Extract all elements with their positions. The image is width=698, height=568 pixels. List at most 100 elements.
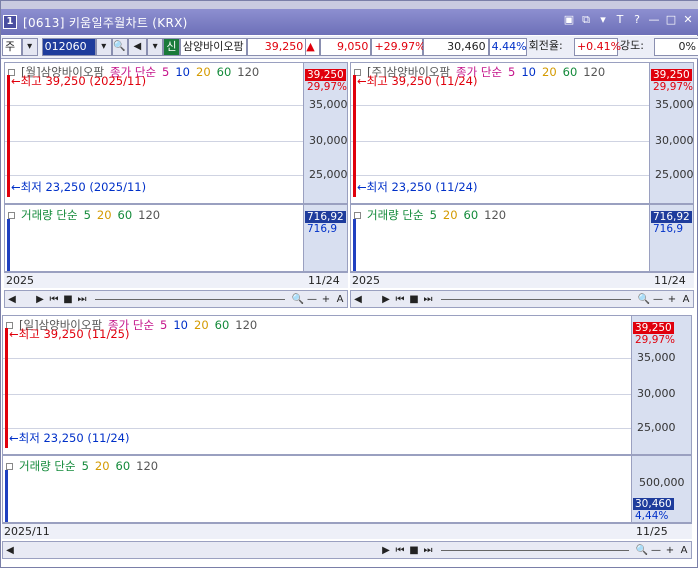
week-gridline: [5, 175, 303, 176]
maximize-icon[interactable]: □: [664, 13, 678, 27]
week-price-panel[interactable]: 35,000 30,000 25,000 [월]삼양바이오팜 종가 단순 5 10 20 60 1…: [4, 62, 348, 204]
day-ma-5[interactable]: 5: [160, 318, 167, 332]
turnover-value: +0.41%: [573, 38, 621, 56]
pin-icon[interactable]: ▾: [596, 13, 610, 27]
week-vol-ma-20[interactable]: 20: [97, 208, 112, 222]
week-ma-5[interactable]: 5: [162, 65, 169, 79]
month-gridline: [351, 105, 649, 106]
week-ma-10[interactable]: 10: [175, 65, 190, 79]
chevron-down-icon[interactable]: ▾: [95, 38, 112, 56]
first-icon[interactable]: ⏮: [393, 294, 407, 305]
day-ma-120[interactable]: 120: [235, 318, 257, 332]
scroll-right-icon[interactable]: ▶: [379, 294, 393, 305]
day-x-left: 2025/11: [4, 525, 50, 538]
stop-icon[interactable]: ■: [407, 294, 421, 305]
stock-code-input[interactable]: 012060: [41, 38, 96, 56]
zoom-icon[interactable]: 🔍: [291, 294, 305, 305]
month-ma-10[interactable]: 10: [521, 65, 536, 79]
last-icon[interactable]: ⏭: [421, 294, 435, 305]
chevron-down-icon[interactable]: ▾: [21, 38, 38, 56]
day-volume-panel[interactable]: 거래량 단순 5 20 60 120 500,000 30,460 4,44%: [2, 455, 692, 523]
last-icon[interactable]: ⏭: [421, 545, 435, 556]
week-volume-legend: 거래량 단순 5 20 60 120: [8, 207, 166, 223]
scroll-slider[interactable]: [95, 298, 285, 300]
month-x-axis: 2025 11/24: [350, 272, 694, 288]
month-vol-ma-20[interactable]: 20: [443, 208, 458, 222]
day-ma-10[interactable]: 10: [173, 318, 188, 332]
month-pct-tag: 29,97%: [653, 81, 694, 93]
day-ma-20[interactable]: 20: [194, 318, 209, 332]
month-ma-120[interactable]: 120: [583, 65, 605, 79]
day-ma-60[interactable]: 60: [215, 318, 230, 332]
scroll-slider[interactable]: [441, 549, 629, 551]
zoom-in-icon[interactable]: +: [319, 294, 333, 305]
day-vol-ma-5[interactable]: 5: [82, 459, 89, 473]
copy-icon[interactable]: ⧉: [579, 13, 593, 27]
stop-icon[interactable]: ■: [407, 545, 421, 556]
month-x-left: 2025: [352, 274, 380, 287]
scroll-slider[interactable]: [441, 298, 631, 300]
week-ma-120[interactable]: 120: [237, 65, 259, 79]
search-icon[interactable]: 🔍: [111, 38, 128, 56]
month-ma-5[interactable]: 5: [508, 65, 515, 79]
week-x-right: 11/24: [308, 274, 340, 287]
month-vol-ma-60[interactable]: 60: [464, 208, 479, 222]
period-select[interactable]: 주: [2, 38, 22, 56]
day-price-panel[interactable]: 35,000 30,000 25,000 [일]삼양바이오팜 종가 단순 5 10 20 60 1…: [2, 315, 692, 455]
stop-icon[interactable]: ■: [61, 294, 75, 305]
window-number: 1: [3, 15, 17, 29]
week-vol-ma-60[interactable]: 60: [118, 208, 133, 222]
title-bar[interactable]: 1 [0613] 키움일주월차트 (KRX) ▣ ⧉ ▾ T ? — □ ✕: [1, 9, 698, 35]
month-price-panel[interactable]: 35,000 30,000 25,000 [주]삼양바이오팜 종가 단순 5 10 20 60 1…: [350, 62, 694, 204]
text-icon[interactable]: T: [613, 13, 627, 27]
week-ma-60[interactable]: 60: [217, 65, 232, 79]
scroll-right-icon[interactable]: ▶: [379, 545, 393, 556]
week-vol-ma-5[interactable]: 5: [84, 208, 91, 222]
autoscale-icon[interactable]: A: [333, 294, 347, 305]
month-vol-ma-5[interactable]: 5: [430, 208, 437, 222]
month-volume-panel[interactable]: 거래량 단순 5 20 60 120 716,92 716,9: [350, 204, 694, 272]
zoom-icon[interactable]: 🔍: [635, 545, 649, 556]
day-vol-ma-120[interactable]: 120: [136, 459, 158, 473]
day-volume-tag: 30,460: [633, 498, 674, 510]
day-vol-ma-20[interactable]: 20: [95, 459, 110, 473]
week-tick-label: 30,000: [309, 134, 348, 147]
week-vol-ma-120[interactable]: 120: [138, 208, 160, 222]
autoscale-icon[interactable]: A: [677, 545, 691, 556]
zoom-out-icon[interactable]: —: [649, 545, 663, 556]
month-gridline: [351, 141, 649, 142]
day-volume-legend: 거래량 단순 5 20 60 120: [6, 458, 164, 474]
week-ma-20[interactable]: 20: [196, 65, 211, 79]
scroll-left-icon[interactable]: ◀: [3, 545, 17, 556]
month-ma-60[interactable]: 60: [563, 65, 578, 79]
week-pct-tag: 29,97%: [307, 81, 348, 93]
title-buttons: ▣ ⧉ ▾ T ? — □ ✕: [562, 13, 695, 27]
month-volume-tag: 716,92: [651, 211, 692, 223]
scroll-left-icon[interactable]: ◀: [5, 294, 19, 305]
strength-value: 0%: [653, 38, 698, 56]
scroll-left-icon[interactable]: ◀: [351, 294, 365, 305]
zoom-out-icon[interactable]: —: [651, 294, 665, 305]
last-icon[interactable]: ⏭: [75, 294, 89, 305]
zoom-out-icon[interactable]: —: [305, 294, 319, 305]
autoscale-icon[interactable]: A: [679, 294, 693, 305]
month-ma-20[interactable]: 20: [542, 65, 557, 79]
day-vol-ma-60[interactable]: 60: [116, 459, 131, 473]
day-tick-label: 35,000: [637, 351, 676, 364]
month-vol-ma-120[interactable]: 120: [484, 208, 506, 222]
chevron-down-icon[interactable]: ▾: [147, 38, 164, 56]
zoom-icon[interactable]: 🔍: [637, 294, 651, 305]
zoom-in-icon[interactable]: +: [663, 545, 677, 556]
week-low-label: ←최저 23,250 (2025/11): [11, 180, 147, 194]
week-volume-panel[interactable]: 거래량 단순 5 20 60 120 716,92 716,9: [4, 204, 348, 272]
minimize-icon[interactable]: —: [647, 13, 661, 27]
day-vol-tick: 500,000: [639, 476, 685, 489]
close-icon[interactable]: ✕: [681, 13, 695, 27]
scroll-right-icon[interactable]: ▶: [33, 294, 47, 305]
restore-icon[interactable]: ▣: [562, 13, 576, 27]
first-icon[interactable]: ⏮: [393, 545, 407, 556]
speaker-icon[interactable]: ◀: [127, 38, 148, 56]
first-icon[interactable]: ⏮: [47, 294, 61, 305]
zoom-in-icon[interactable]: +: [665, 294, 679, 305]
help-icon[interactable]: ?: [630, 13, 644, 27]
